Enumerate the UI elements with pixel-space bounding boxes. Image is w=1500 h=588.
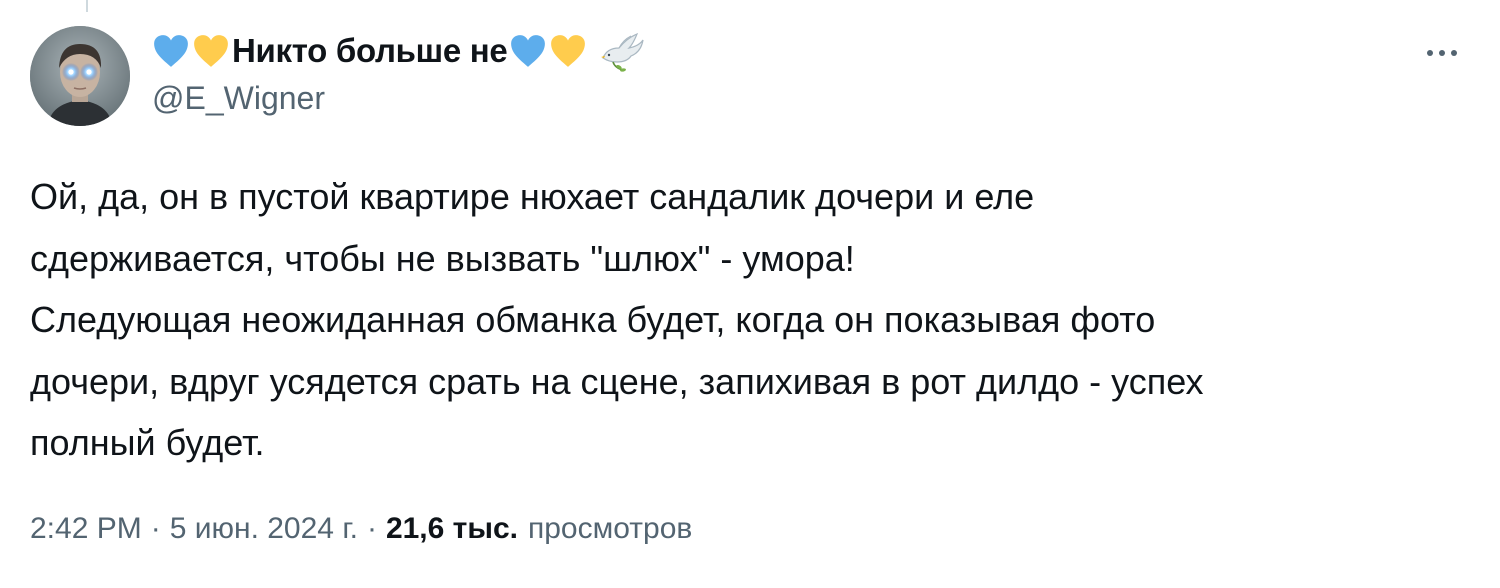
tweet-text: Ой, да, он в пустой квартире нюхает санд… [30, 166, 1470, 474]
avatar[interactable] [30, 26, 130, 126]
more-horizontal-icon [1427, 50, 1457, 56]
avatar-image [30, 26, 130, 126]
yellow-heart-icon [549, 33, 587, 69]
thread-connector-line [86, 0, 88, 12]
tweet-time-link[interactable]: 2:42 PM [30, 512, 142, 546]
tweet-date-link[interactable]: 5 июн. 2024 г. [170, 512, 358, 546]
tweet-metadata: 2:42 PM · 5 июн. 2024 г. · 21,6 тыс. про… [30, 512, 692, 546]
meta-separator: · [150, 512, 161, 545]
more-options-button[interactable] [1418, 36, 1466, 70]
views-count: 21,6 тыс. [385, 512, 518, 545]
author-handle[interactable]: @E_Wigner [152, 80, 325, 117]
tweet-text-line: полный будет. [30, 422, 265, 463]
dove-of-peace-icon [597, 28, 647, 74]
tweet-text-line: дочери, вдруг усядется срать на сцене, з… [30, 360, 1204, 402]
author-display-name[interactable]: Никто больше не [232, 32, 508, 70]
tweet-text-line: Ой, да, он в пустой квартире нюхает санд… [30, 176, 1035, 217]
yellow-heart-icon [192, 33, 230, 69]
meta-separator: · [366, 512, 377, 545]
tweet-text-line: сдерживается, чтобы не вызвать "шлюх" - … [30, 237, 855, 279]
blue-heart-icon [509, 33, 547, 69]
tweet-text-line: Следующая неожиданная обманка будет, ког… [30, 299, 1156, 340]
views-label: просмотров [528, 512, 693, 545]
author-name-row[interactable]: Никто больше не [152, 28, 647, 74]
blue-heart-icon [152, 33, 190, 69]
